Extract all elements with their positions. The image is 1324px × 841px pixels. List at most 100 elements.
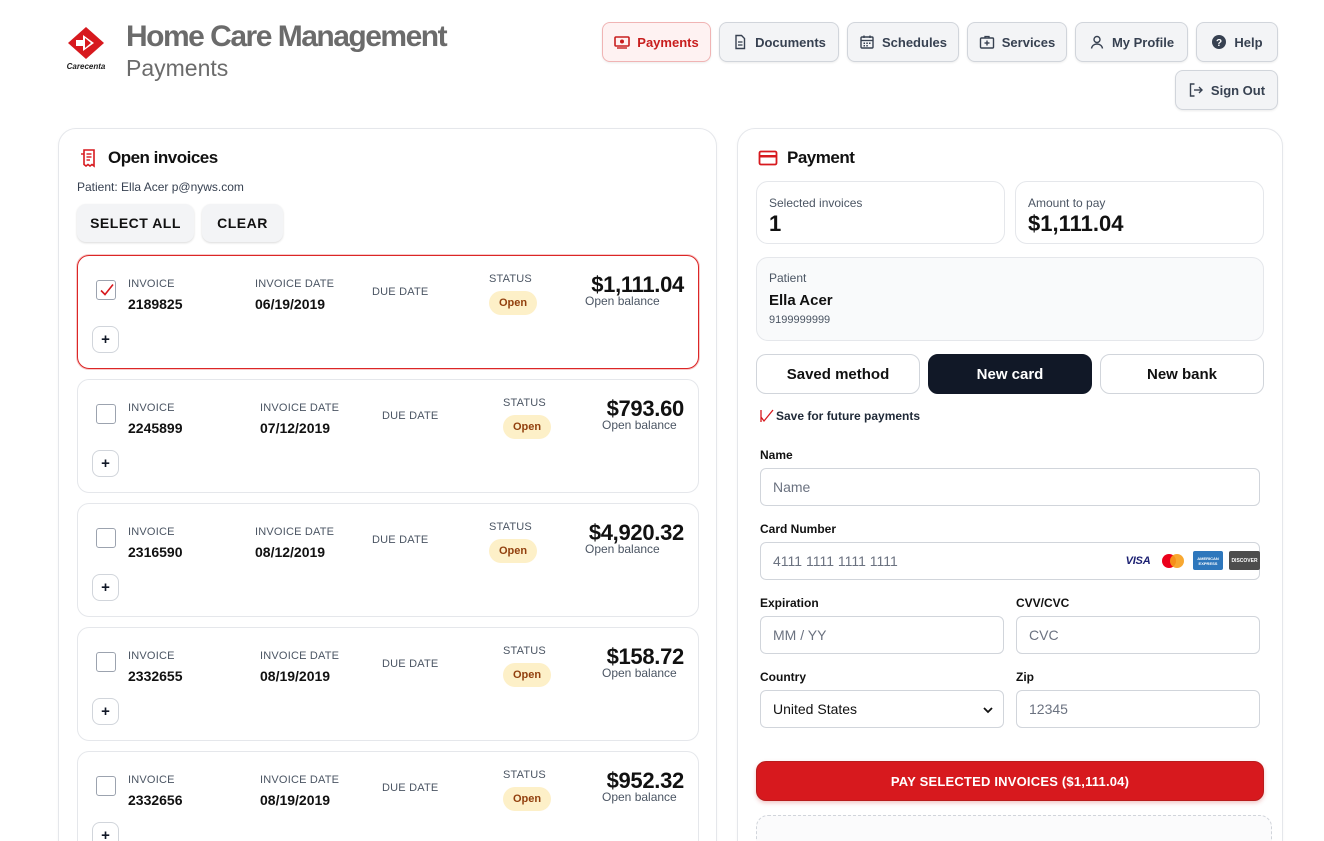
open-balance-label: Open balance bbox=[585, 542, 660, 556]
zip-label: Zip bbox=[1016, 670, 1034, 684]
invoice-number: 2189825 bbox=[128, 296, 183, 312]
checkmark-icon bbox=[760, 409, 774, 423]
invoice-date-label: INVOICE DATE bbox=[255, 278, 335, 290]
invoice-card[interactable]: INVOICE 2332655 INVOICE DATE 08/19/2019 … bbox=[77, 627, 699, 741]
invoice-date-label: INVOICE DATE bbox=[260, 774, 340, 786]
country-select[interactable]: United States bbox=[760, 690, 1004, 728]
card-number-label: Card Number bbox=[760, 522, 837, 536]
status-badge: Open bbox=[489, 291, 537, 315]
selected-invoices-count: 1 bbox=[769, 211, 782, 236]
expiration-input[interactable] bbox=[760, 616, 1004, 654]
selected-invoices-box: Selected invoices 1 bbox=[756, 181, 1005, 244]
invoice-date-label: INVOICE DATE bbox=[255, 526, 335, 538]
invoice-card[interactable]: INVOICE 2316590 INVOICE DATE 08/12/2019 … bbox=[77, 503, 699, 617]
status-label: STATUS bbox=[503, 769, 546, 781]
sign-out-button[interactable]: Sign Out bbox=[1175, 70, 1278, 110]
invoice-checkbox[interactable] bbox=[96, 528, 116, 548]
nav-help-button[interactable]: ? Help bbox=[1196, 22, 1278, 62]
status-badge: Open bbox=[503, 415, 551, 439]
nav-payments-label: Payments bbox=[637, 34, 699, 50]
due-date-label: DUE DATE bbox=[372, 534, 429, 546]
invoice-date: 08/19/2019 bbox=[260, 792, 331, 808]
status-label: STATUS bbox=[503, 645, 546, 657]
calendar-icon bbox=[860, 35, 874, 49]
due-date-label: DUE DATE bbox=[382, 410, 439, 422]
payment-title: Payment bbox=[787, 148, 855, 167]
open-invoices-title: Open invoices bbox=[108, 148, 218, 167]
brand-logo: Carecenta bbox=[61, 26, 111, 72]
receipt-icon bbox=[81, 149, 95, 168]
zip-input[interactable] bbox=[1016, 690, 1260, 728]
credit-card-icon bbox=[758, 150, 778, 166]
invoice-card[interactable]: INVOICE 2189825 INVOICE DATE 06/19/2019 … bbox=[77, 255, 699, 369]
nav-documents-button[interactable]: Documents bbox=[719, 22, 839, 62]
invoice-checkbox[interactable] bbox=[96, 280, 116, 300]
invoice-checkbox[interactable] bbox=[96, 652, 116, 672]
nav-services-button[interactable]: Services bbox=[967, 22, 1067, 62]
due-date-label: DUE DATE bbox=[382, 658, 439, 670]
new-bank-button[interactable]: New bank bbox=[1100, 354, 1264, 394]
checkmark-icon bbox=[100, 284, 114, 296]
clear-button[interactable]: CLEAR bbox=[202, 204, 283, 242]
invoice-date: 08/19/2019 bbox=[260, 668, 331, 684]
save-future-label: Save for future payments bbox=[776, 409, 921, 423]
pay-selected-invoices-button[interactable]: PAY SELECTED INVOICES ($1,111.04) bbox=[756, 761, 1264, 801]
document-icon bbox=[735, 34, 746, 50]
invoice-number-label: INVOICE bbox=[128, 650, 175, 662]
patient-name: Ella Acer bbox=[769, 292, 833, 309]
open-balance-label: Open balance bbox=[602, 418, 677, 432]
mastercard-icon bbox=[1162, 553, 1184, 568]
expand-invoice-button[interactable]: + bbox=[92, 450, 119, 477]
invoice-number: 2245899 bbox=[128, 420, 183, 436]
invoice-date-label: INVOICE DATE bbox=[260, 402, 340, 414]
status-label: STATUS bbox=[503, 397, 546, 409]
nav-documents-label: Documents bbox=[755, 34, 826, 50]
new-card-button[interactable]: New card bbox=[928, 354, 1092, 394]
saved-method-button[interactable]: Saved method bbox=[756, 354, 920, 394]
select-all-button[interactable]: SELECT ALL bbox=[77, 204, 194, 242]
invoice-date-label: INVOICE DATE bbox=[260, 650, 340, 662]
nav-schedules-button[interactable]: Schedules bbox=[847, 22, 959, 62]
nav-help-label: Help bbox=[1234, 34, 1263, 50]
invoice-checkbox[interactable] bbox=[96, 776, 116, 796]
nav-payments-button[interactable]: Payments bbox=[602, 22, 711, 62]
user-icon bbox=[1090, 35, 1104, 49]
payment-element-container bbox=[756, 815, 1272, 841]
status-badge: Open bbox=[503, 787, 551, 811]
invoice-date: 08/12/2019 bbox=[255, 544, 326, 560]
open-balance-label: Open balance bbox=[585, 294, 660, 308]
cvv-input[interactable] bbox=[1016, 616, 1260, 654]
patient-label: Patient bbox=[769, 271, 807, 285]
invoice-number-label: INVOICE bbox=[128, 402, 175, 414]
amount-to-pay-value: $1,111.04 bbox=[1028, 211, 1124, 236]
invoice-date: 06/19/2019 bbox=[255, 296, 326, 312]
amount-to-pay-label: Amount to pay bbox=[1028, 196, 1106, 210]
invoice-checkbox[interactable] bbox=[96, 404, 116, 424]
nav-services-label: Services bbox=[1001, 34, 1056, 50]
nav-schedules-label: Schedules bbox=[881, 34, 948, 50]
card-brand-logos: VISA AMERICAN EXPRESS DISCOVER bbox=[1123, 551, 1260, 570]
invoice-number-label: INVOICE bbox=[128, 774, 175, 786]
nav-my-profile-button[interactable]: My Profile bbox=[1075, 22, 1188, 62]
sign-out-label: Sign Out bbox=[1210, 82, 1266, 98]
expand-invoice-button[interactable]: + bbox=[92, 698, 119, 725]
patient-phone: 9199999999 bbox=[769, 314, 831, 326]
status-label: STATUS bbox=[489, 521, 532, 533]
invoice-card[interactable]: INVOICE 2332656 INVOICE DATE 08/19/2019 … bbox=[77, 751, 699, 841]
expand-invoice-button[interactable]: + bbox=[92, 574, 119, 601]
sign-out-icon bbox=[1189, 83, 1203, 97]
payment-panel: Payment Selected invoices 1 Amount to pa… bbox=[737, 128, 1283, 841]
invoice-number-label: INVOICE bbox=[128, 278, 175, 290]
open-invoices-panel: Open invoices Patient: Ella Acer p@nyws.… bbox=[58, 128, 717, 841]
open-invoices-heading: Open invoices bbox=[79, 148, 218, 168]
status-badge: Open bbox=[489, 539, 537, 563]
expiration-label: Expiration bbox=[760, 596, 819, 610]
expand-invoice-button[interactable]: + bbox=[92, 326, 119, 353]
visa-icon: VISA bbox=[1125, 554, 1151, 567]
expand-invoice-button[interactable]: + bbox=[92, 822, 119, 841]
save-future-checkbox[interactable]: Save for future payments bbox=[760, 409, 920, 423]
logo-wordmark: Carecenta bbox=[66, 62, 106, 71]
name-input[interactable] bbox=[760, 468, 1260, 506]
medical-kit-icon bbox=[979, 35, 994, 49]
invoice-card[interactable]: INVOICE 2245899 INVOICE DATE 07/12/2019 … bbox=[77, 379, 699, 493]
